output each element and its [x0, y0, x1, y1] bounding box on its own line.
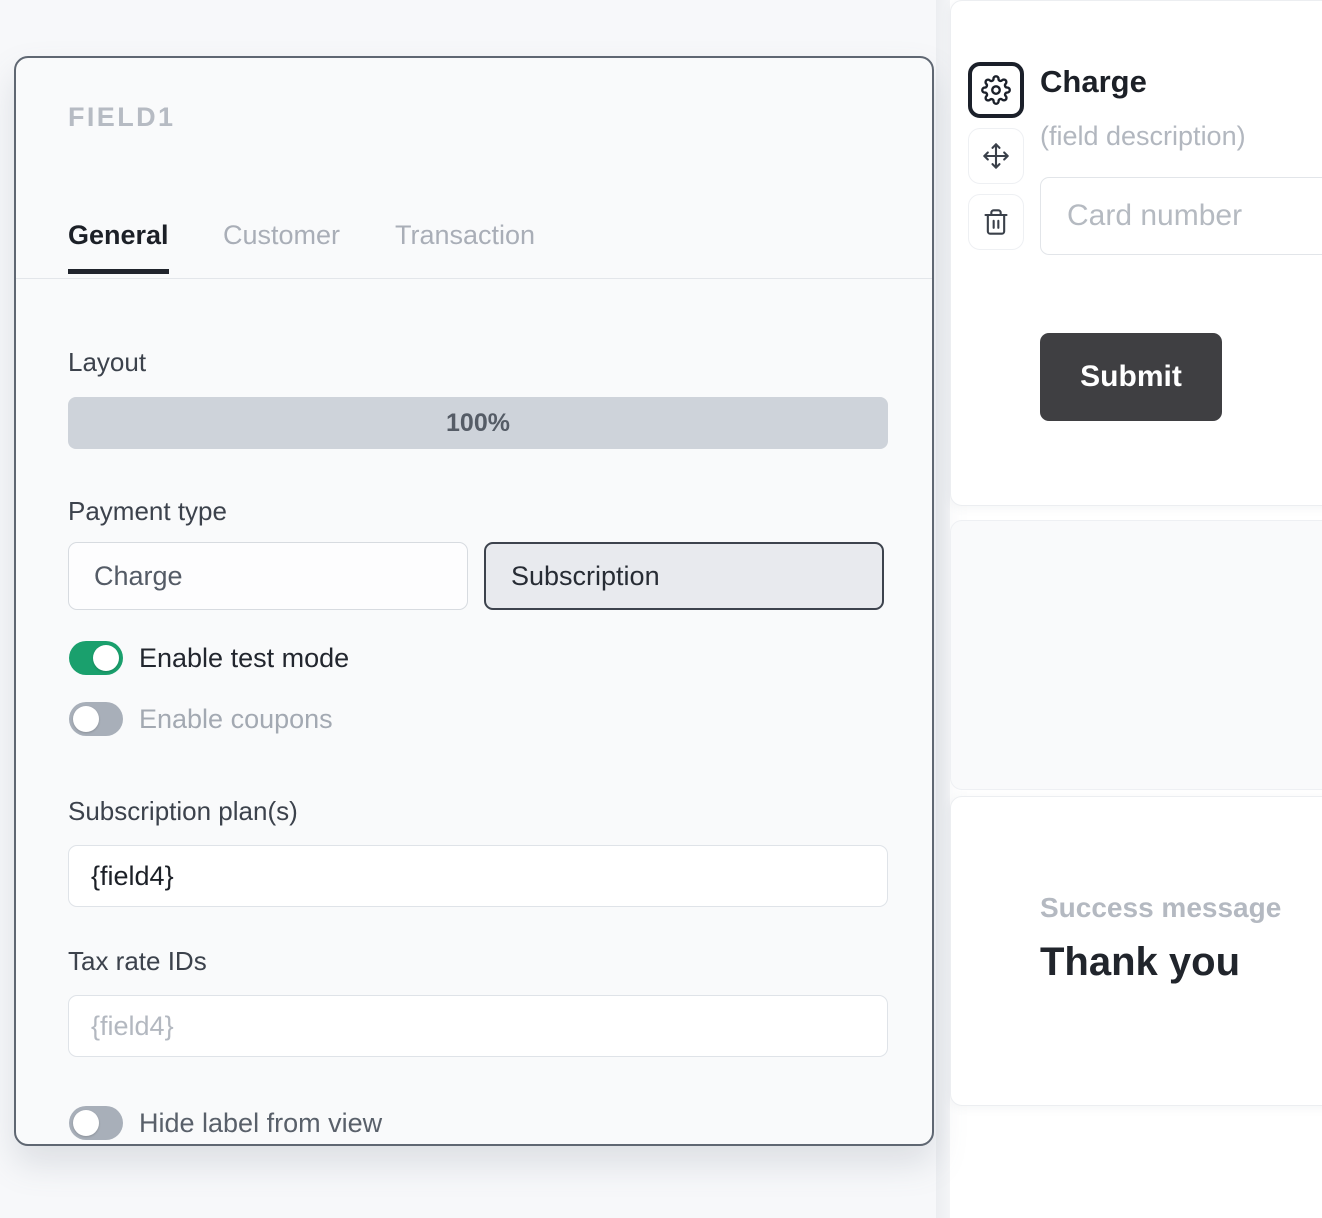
layout-width-slider[interactable]: 100%: [68, 397, 888, 449]
enable-test-mode-toggle[interactable]: [69, 641, 123, 675]
toggle-knob: [73, 1110, 99, 1136]
layout-width-value: 100%: [446, 408, 510, 437]
toggle-knob: [93, 645, 119, 671]
tab-customer[interactable]: Customer: [223, 220, 340, 269]
card-number-input[interactable]: Card number: [1040, 177, 1322, 255]
tax-rate-ids-placeholder: {field4}: [91, 1010, 174, 1041]
field-move-button[interactable]: [968, 128, 1024, 184]
enable-coupons-toggle[interactable]: [69, 702, 123, 736]
move-icon: [982, 142, 1010, 170]
enable-test-mode-label: Enable test mode: [139, 642, 350, 673]
subscription-plans-label: Subscription plan(s): [68, 796, 298, 826]
payment-type-option-subscription[interactable]: Subscription: [484, 542, 884, 610]
field-settings-button[interactable]: [968, 62, 1024, 118]
success-message-heading: Thank you: [1040, 940, 1241, 984]
enable-coupons-label: Enable coupons: [139, 703, 333, 734]
payment-type-label: Payment type: [68, 496, 227, 526]
tax-rate-ids-label: Tax rate IDs: [68, 946, 207, 976]
tax-rate-ids-input[interactable]: {field4}: [68, 995, 888, 1057]
submit-button-label: Submit: [1080, 360, 1182, 393]
field-settings-panel: FIELD1 General Customer Transaction Layo…: [14, 56, 934, 1146]
subscription-plans-input[interactable]: {field4}: [68, 845, 888, 907]
subscription-plans-value: {field4}: [91, 860, 174, 891]
gear-icon: [981, 75, 1011, 105]
hide-label-toggle[interactable]: [69, 1106, 123, 1140]
submit-button[interactable]: Submit: [1040, 333, 1222, 421]
preview-field-description: (field description): [1040, 121, 1246, 151]
preview-column-divider: [936, 0, 950, 1218]
payment-type-option-subscription-label: Subscription: [511, 560, 660, 591]
field-delete-button[interactable]: [968, 194, 1024, 250]
card-number-placeholder: Card number: [1067, 199, 1243, 232]
payment-type-option-charge[interactable]: Charge: [68, 542, 468, 610]
payment-type-option-charge-label: Charge: [94, 560, 183, 591]
success-message-label: Success message: [1040, 892, 1282, 923]
enable-test-mode-row[interactable]: Enable test mode: [69, 641, 349, 675]
trash-icon: [982, 208, 1010, 236]
hide-label-label: Hide label from view: [139, 1107, 383, 1138]
settings-tabstrip: General Customer Transaction: [16, 220, 932, 279]
field-action-toolbar: [968, 62, 1024, 250]
field-name-label: FIELD1: [68, 102, 176, 132]
toggle-knob: [73, 706, 99, 732]
preview-empty-card: [950, 520, 1322, 790]
tab-transaction[interactable]: Transaction: [395, 220, 535, 269]
enable-coupons-row[interactable]: Enable coupons: [69, 702, 333, 736]
preview-field-title: Charge: [1040, 64, 1147, 99]
hide-label-row[interactable]: Hide label from view: [69, 1106, 382, 1140]
tab-general[interactable]: General: [68, 220, 169, 274]
layout-label: Layout: [68, 347, 147, 377]
